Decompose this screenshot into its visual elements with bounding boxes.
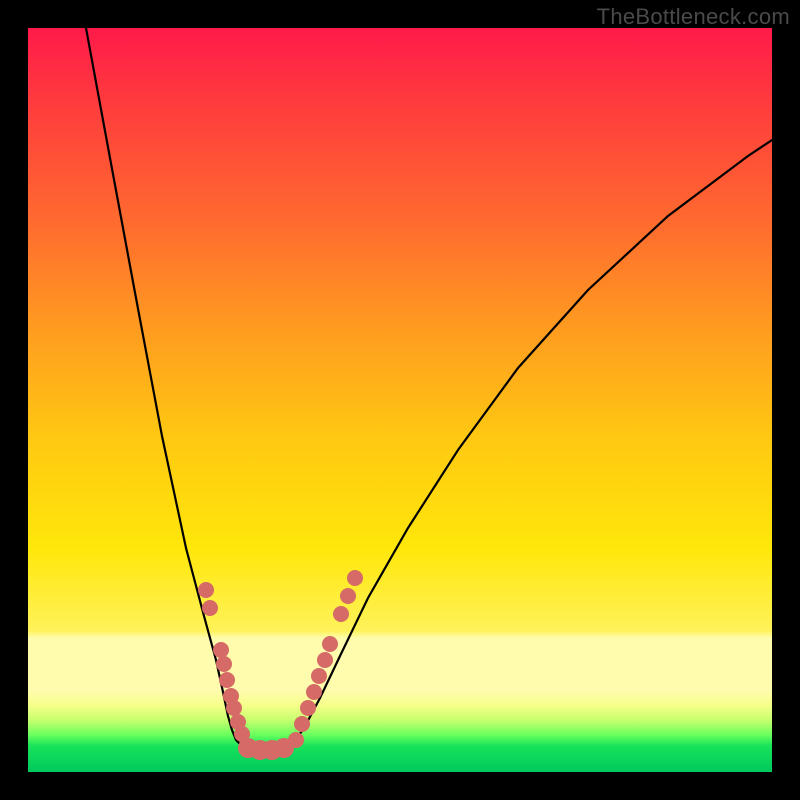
data-dot (219, 672, 235, 688)
data-dot (317, 652, 333, 668)
data-dot (226, 700, 242, 716)
data-dot (202, 600, 218, 616)
data-dot (294, 716, 310, 732)
chart-svg (28, 28, 772, 772)
scatter-dots (198, 570, 363, 760)
plot-area (28, 28, 772, 772)
watermark-text: TheBottleneck.com (597, 4, 790, 30)
data-dot (340, 588, 356, 604)
v-curve (86, 28, 772, 748)
data-dot (213, 642, 229, 658)
data-dot (333, 606, 349, 622)
data-dot (306, 684, 322, 700)
data-dot (300, 700, 316, 716)
data-dot (347, 570, 363, 586)
data-dot (322, 636, 338, 652)
data-dot (288, 732, 304, 748)
data-dot (216, 656, 232, 672)
data-dot (198, 582, 214, 598)
chart-frame: TheBottleneck.com (0, 0, 800, 800)
data-dot (311, 668, 327, 684)
